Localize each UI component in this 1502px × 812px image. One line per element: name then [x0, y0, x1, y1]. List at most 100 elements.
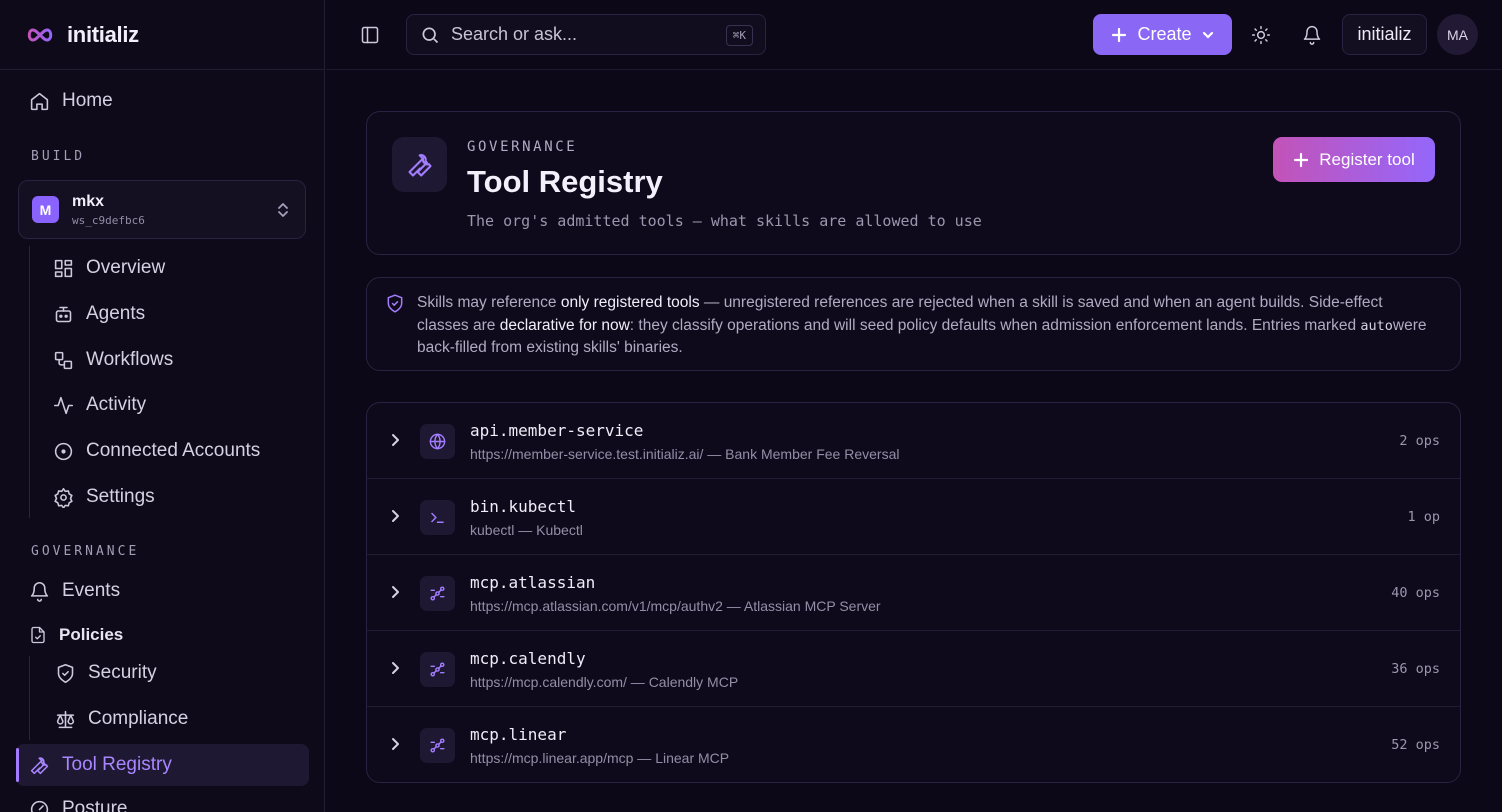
sidebar-item-security[interactable]: Security	[55, 662, 157, 684]
search-bar[interactable]: ⌘K	[406, 14, 766, 55]
search-shortcut: ⌘K	[725, 25, 753, 46]
sidebar-item-home[interactable]: Home	[29, 90, 113, 112]
sidebar-item-label: Agents	[86, 303, 146, 324]
register-tool-label: Register tool	[1319, 149, 1415, 169]
page-header-card: GOVERNANCE Tool Registry The org's admit…	[366, 111, 1461, 255]
tree-line	[29, 656, 30, 740]
sidebar-item-label: Home	[62, 90, 113, 111]
workspace-switcher[interactable]: M mkx ws_c9defbc6	[18, 180, 306, 239]
page-eyebrow: GOVERNANCE	[467, 139, 578, 155]
tool-row[interactable]: mcp.atlassian https://mcp.atlassian.com/…	[367, 555, 1460, 631]
page-title: Tool Registry	[467, 164, 663, 199]
section-label-build: BUILD	[31, 149, 86, 164]
terminal-icon	[420, 500, 455, 535]
sidebar-item-label: Connected Accounts	[86, 440, 261, 461]
tool-description: https://mcp.atlassian.com/v1/mcp/authv2 …	[470, 598, 881, 614]
info-code: auto	[1360, 317, 1393, 334]
plus-icon	[1294, 152, 1309, 167]
sidebar-item-label: Activity	[86, 394, 147, 415]
tool-row[interactable]: mcp.linear https://mcp.linear.app/mcp — …	[367, 707, 1460, 782]
sidebar-item-settings[interactable]: Settings	[53, 486, 155, 508]
tool-row[interactable]: mcp.calendly https://mcp.calendly.com/ —…	[367, 631, 1460, 707]
workspace-id: ws_c9defbc6	[72, 213, 145, 227]
sidebar-item-events[interactable]: Events	[29, 580, 120, 602]
notifications-button[interactable]	[1299, 22, 1325, 48]
sidebar-item-posture[interactable]: Posture	[29, 798, 127, 812]
sidebar-item-label: Overview	[86, 257, 166, 278]
tool-ops-count: 2 ops	[1399, 433, 1440, 449]
info-banner: Skills may reference only registered too…	[366, 277, 1461, 371]
sidebar-item-label: Settings	[86, 486, 155, 507]
sidebar-item-label: Workflows	[86, 349, 174, 370]
chevron-right-icon[interactable]	[390, 584, 402, 600]
tool-ops-count: 1 op	[1407, 509, 1440, 525]
workflow-icon	[54, 351, 73, 369]
sidebar-item-label: Policies	[59, 625, 124, 644]
circle-dot-icon	[54, 442, 73, 460]
chevron-right-icon[interactable]	[390, 508, 402, 524]
shield-icon	[57, 663, 74, 683]
tool-name: api.member-service	[470, 421, 644, 440]
sidebar-item-label: Security	[88, 662, 157, 683]
home-icon	[30, 92, 49, 110]
tool-name: mcp.calendly	[470, 649, 586, 668]
network-icon	[420, 652, 455, 687]
sidebar-item-activity[interactable]: Activity	[53, 394, 146, 416]
chevron-right-icon[interactable]	[390, 660, 402, 676]
toggle-sidebar-button[interactable]	[356, 22, 384, 48]
tool-ops-count: 40 ops	[1391, 585, 1440, 601]
tool-name: mcp.atlassian	[470, 573, 596, 592]
tool-description: https://mcp.calendly.com/ — Calendly MCP	[470, 674, 739, 690]
network-icon	[420, 576, 455, 611]
workspace-name: mkx	[72, 192, 105, 210]
sidebar-item-overview[interactable]: Overview	[53, 257, 165, 279]
chevron-right-icon[interactable]	[390, 432, 402, 448]
tool-row[interactable]: bin.kubectl kubectl — Kubectl 1 op	[367, 479, 1460, 555]
sidebar: initializ Home BUILD M mkx ws_c9defbc6 O…	[0, 0, 325, 812]
shield-check-icon-wrap	[385, 293, 405, 314]
register-tool-button[interactable]: Register tool	[1273, 137, 1435, 182]
sidebar-item-agents[interactable]: Agents	[53, 303, 145, 325]
activity-icon	[53, 396, 74, 414]
chevron-right-icon[interactable]	[390, 736, 402, 752]
org-switcher-button[interactable]: initializ	[1342, 14, 1427, 55]
tool-list: api.member-service https://member-servic…	[366, 402, 1461, 783]
scale-icon	[56, 710, 75, 728]
sidebar-item-label: Events	[62, 580, 121, 601]
page-icon	[392, 137, 447, 192]
theme-toggle-button[interactable]	[1248, 22, 1274, 48]
network-icon	[420, 728, 455, 763]
tool-ops-count: 52 ops	[1391, 737, 1440, 753]
wrench-icon	[30, 756, 49, 774]
search-input[interactable]	[451, 24, 706, 45]
grid-icon	[54, 259, 73, 277]
sidebar-item-tool-registry[interactable]: Tool Registry	[29, 754, 172, 776]
sidebar-item-connected-accounts[interactable]: Connected Accounts	[53, 440, 260, 462]
gauge-icon	[30, 800, 49, 812]
wrench-icon	[407, 153, 432, 177]
tool-name: mcp.linear	[470, 725, 567, 744]
sidebar-item-workflows[interactable]: Workflows	[53, 349, 173, 371]
sidebar-item-label: Compliance	[88, 708, 189, 729]
brand-name: initializ	[67, 21, 139, 47]
bell-icon	[1303, 25, 1321, 45]
tool-description: https://mcp.linear.app/mcp — Linear MCP	[470, 750, 730, 766]
sidebar-item-compliance[interactable]: Compliance	[55, 708, 188, 730]
chevron-down-icon	[1202, 31, 1213, 39]
sidebar-group-policies[interactable]: Policies	[29, 625, 123, 645]
shield-check-icon	[387, 294, 403, 313]
topbar: ⌘K Create initializ MA	[326, 0, 1502, 70]
page-subtitle: The org's admitted tools — what skills a…	[467, 212, 982, 230]
tool-ops-count: 36 ops	[1391, 661, 1440, 677]
info-text-part: : they classify operations and will seed…	[629, 316, 1361, 334]
user-avatar[interactable]: MA	[1437, 14, 1478, 55]
create-label: Create	[1137, 24, 1192, 44]
info-text: Skills may reference only registered too…	[417, 292, 1427, 360]
tool-row[interactable]: api.member-service https://member-servic…	[367, 403, 1460, 479]
brand[interactable]: initializ	[0, 0, 324, 70]
tool-description: kubectl — Kubectl	[470, 522, 583, 538]
tool-description: https://member-service.test.initializ.ai…	[470, 446, 900, 462]
active-item-indicator	[16, 748, 19, 782]
robot-icon	[55, 306, 72, 322]
create-button[interactable]: Create	[1093, 14, 1232, 55]
